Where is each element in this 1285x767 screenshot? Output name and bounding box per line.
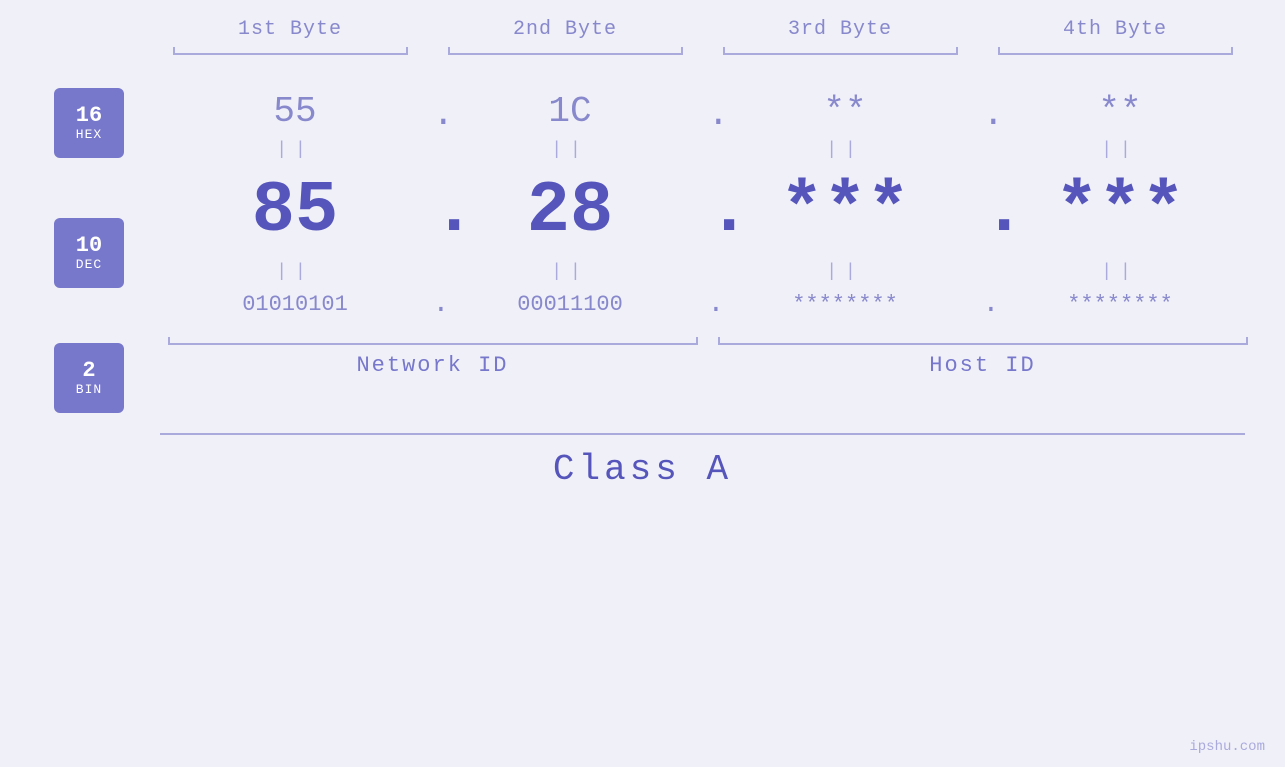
bin-b4: ******** [983, 284, 1258, 325]
eq1-b4: || [983, 140, 1258, 160]
bin-badge-row: 2 BIN [54, 333, 124, 423]
bracket-byte1 [153, 45, 428, 63]
dec-badge-row: 10 DEC [54, 203, 124, 303]
dec-values-row: 85 . 28 . *** . *** [130, 162, 1285, 260]
eq1-b1: || [158, 140, 433, 160]
watermark: ipshu.com [1189, 739, 1265, 755]
hex-values-row: 55 . 1C . ** . ** [130, 73, 1285, 138]
dec-badge-number: 10 [76, 234, 102, 258]
badges-column: 16 HEX 10 DEC 2 BIN [0, 73, 130, 423]
hex-badge-number: 16 [76, 104, 102, 128]
id-bracket-row [130, 331, 1285, 349]
bracket-byte2 [428, 45, 703, 63]
equals-row-2: || || || || [130, 262, 1285, 282]
eq2-b1: || [158, 262, 433, 282]
equals-row-1: || || || || [130, 140, 1285, 160]
eq2-b2: || [433, 262, 708, 282]
bracket-byte4 [978, 45, 1253, 63]
bin-badge-label: BIN [76, 383, 102, 397]
eq1-b3: || [708, 140, 983, 160]
bin-b3: ******** [708, 284, 983, 325]
bin-b1: 01010101 [158, 284, 433, 325]
byte2-header: 2nd Byte [428, 18, 703, 41]
dec-b1: 85 [158, 162, 433, 260]
main-grid: 16 HEX 10 DEC 2 BIN [0, 73, 1285, 423]
byte-headers-row: 1st Byte 2nd Byte 3rd Byte 4th Byte [60, 18, 1285, 41]
eq2-b4: || [983, 262, 1258, 282]
values-column: 55 . 1C . ** . ** || || || || 85 [130, 73, 1285, 378]
hex-b4: ** [983, 73, 1258, 138]
hex-badge-row: 16 HEX [54, 73, 124, 173]
dec-badge: 10 DEC [54, 218, 124, 288]
bin-values-row: 01010101 . 00011100 . ******** . *******… [130, 284, 1285, 325]
top-bracket-row [60, 45, 1285, 63]
hex-badge-label: HEX [76, 128, 102, 142]
dec-badge-label: DEC [76, 258, 102, 272]
id-labels-row: Network ID Host ID [130, 353, 1285, 378]
network-id-label: Network ID [158, 353, 708, 378]
byte4-header: 4th Byte [978, 18, 1253, 41]
byte3-header: 3rd Byte [703, 18, 978, 41]
host-id-bracket [708, 331, 1258, 349]
class-bracket-line [160, 433, 1245, 435]
bracket-byte3 [703, 45, 978, 63]
eq1-b2: || [433, 140, 708, 160]
host-id-label: Host ID [708, 353, 1258, 378]
eq2-b3: || [708, 262, 983, 282]
byte1-header: 1st Byte [153, 18, 428, 41]
hex-b1: 55 [158, 73, 433, 138]
network-id-bracket [158, 331, 708, 349]
main-container: 1st Byte 2nd Byte 3rd Byte 4th Byte 16 H… [0, 0, 1285, 767]
hex-b2: 1C [433, 73, 708, 138]
bin-badge-number: 2 [82, 359, 95, 383]
bin-b2: 00011100 [433, 284, 708, 325]
class-label: Class A [553, 449, 732, 490]
class-section: Class A [0, 433, 1285, 490]
bin-badge: 2 BIN [54, 343, 124, 413]
hex-badge: 16 HEX [54, 88, 124, 158]
hex-b3: ** [708, 73, 983, 138]
